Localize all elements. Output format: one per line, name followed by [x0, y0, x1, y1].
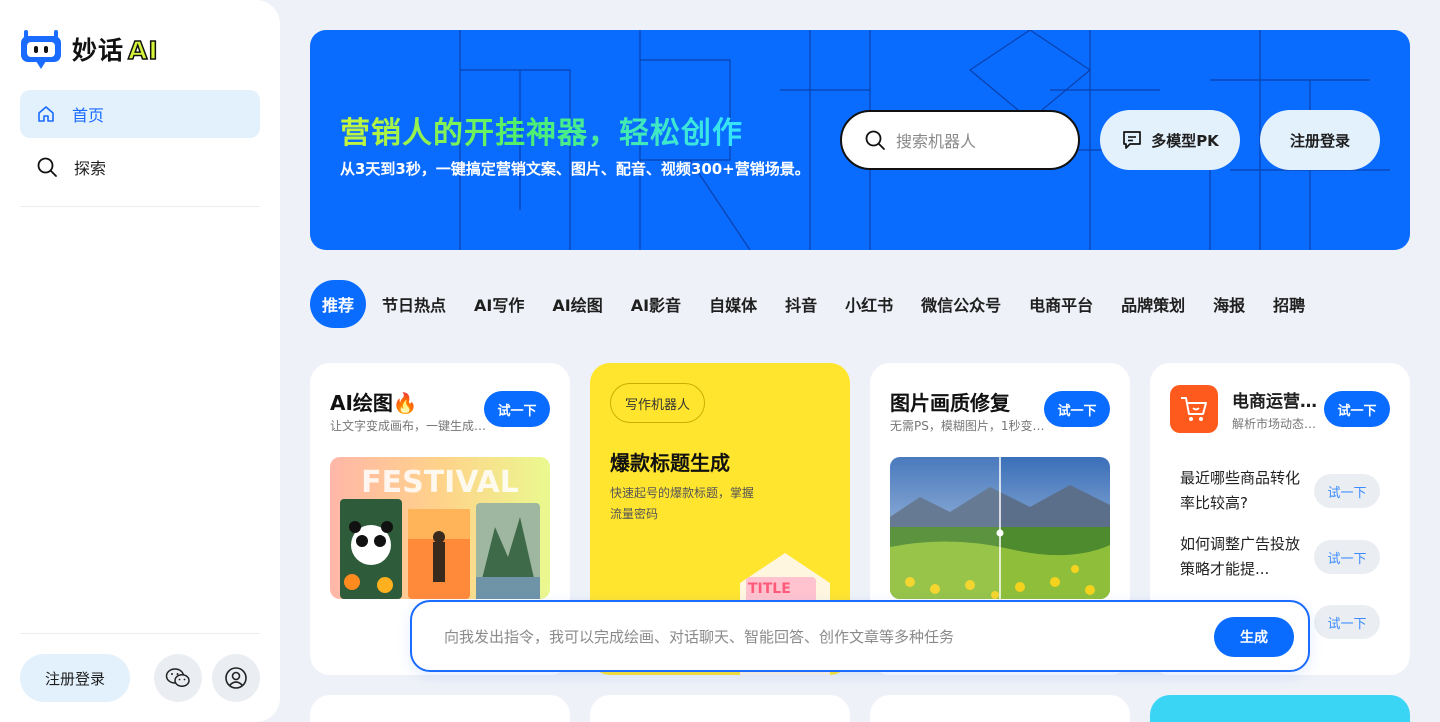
banner-title: 营销人的开挂神器，轻松创作: [340, 108, 743, 152]
wechat-button[interactable]: [154, 654, 202, 702]
tab-ecommerce[interactable]: 电商平台: [1017, 280, 1105, 328]
hero-banner: 营销人的开挂神器，轻松创作 从3天到3秒，一键搞定营销文案、图片、配音、视频30…: [310, 30, 1410, 250]
question-try-button[interactable]: 试一下: [1314, 474, 1380, 508]
user-icon: [225, 667, 247, 689]
user-button[interactable]: [212, 654, 260, 702]
search-icon: [37, 157, 57, 177]
tab-ai-writing[interactable]: AI写作: [462, 280, 536, 328]
sidebar-divider: [20, 633, 260, 634]
tab-ai-drawing[interactable]: AI绘图: [540, 280, 614, 328]
festival-text: FESTIVAL: [361, 465, 519, 500]
bot-card[interactable]: [870, 695, 1130, 722]
app-logo[interactable]: 妙话 AI: [20, 28, 159, 70]
bot-card[interactable]: [310, 695, 570, 722]
card-desc: 让文字变成画布，一键生成精美图片: [330, 419, 490, 433]
command-input-bar[interactable]: 向我发出指令，我可以完成绘画、对话聊天、智能回答、创作文章等多种任务 生成: [410, 600, 1310, 672]
question-try-button[interactable]: 试一下: [1314, 605, 1380, 639]
card-title: 电商运营专家: [1232, 392, 1322, 412]
search-icon: [865, 130, 885, 150]
sidebar-login-button[interactable]: 注册登录: [20, 654, 130, 702]
tab-self-media[interactable]: 自媒体: [697, 280, 769, 328]
card-desc: 解析市场动态，提供运营建议: [1232, 417, 1322, 431]
tab-xiaohongshu[interactable]: 小红书: [833, 280, 905, 328]
sidebar-item-label: 探索: [74, 159, 107, 178]
tab-brand-planning[interactable]: 品牌策划: [1109, 280, 1197, 328]
card-desc: 快速起号的爆款标题，掌握流量密码: [610, 486, 755, 521]
logo-text: 妙话 AI: [72, 35, 159, 66]
shop-cart-icon: [1170, 385, 1218, 433]
banner-login-button[interactable]: 注册登录: [1260, 110, 1380, 170]
suggested-question: 最近哪些商品转化率比较高?: [1180, 469, 1301, 512]
home-icon: [38, 106, 54, 122]
sidebar-item-label: 首页: [72, 106, 105, 125]
card-title: AI绘图🔥: [330, 391, 418, 415]
category-tabs: 推荐 节日热点 AI写作 AI绘图 AI影音 自媒体 抖音 小红书 微信公众号 …: [310, 280, 1321, 328]
robot-logo-icon: [21, 30, 61, 69]
writing-bot-tag: 写作机器人: [610, 383, 706, 423]
wechat-icon: [165, 668, 190, 688]
title-text: TITLE: [748, 581, 791, 597]
tab-wechat-official[interactable]: 微信公众号: [909, 280, 1013, 328]
command-input-placeholder: 向我发出指令，我可以完成绘画、对话聊天、智能回答、创作文章等多种任务: [444, 628, 955, 646]
sidebar-item-home[interactable]: 首页: [20, 90, 260, 138]
tab-holiday[interactable]: 节日热点: [370, 280, 458, 328]
banner-subtitle: 从3天到3秒，一键搞定营销文案、图片、配音、视频300+营销场景。: [340, 160, 810, 178]
generate-button[interactable]: 生成: [1214, 617, 1294, 657]
tab-recommend[interactable]: 推荐: [310, 280, 367, 328]
card-preview-image: [890, 457, 1110, 599]
try-button[interactable]: 试一下: [1044, 391, 1110, 427]
robot-search-input[interactable]: 搜索机器人: [840, 110, 1080, 170]
suggested-question: 如何调整广告投放策略才能提...: [1180, 535, 1301, 578]
card-title: 爆款标题生成: [610, 451, 730, 475]
try-button[interactable]: 试一下: [484, 391, 550, 427]
bot-card[interactable]: [1150, 695, 1410, 722]
card-preview-image: FESTIVAL: [330, 457, 550, 599]
question-try-button[interactable]: 试一下: [1314, 540, 1380, 574]
bot-card[interactable]: [590, 695, 850, 722]
tab-douyin[interactable]: 抖音: [773, 280, 829, 328]
search-placeholder: 搜索机器人: [896, 132, 977, 151]
tab-ai-video[interactable]: AI影音: [619, 280, 693, 328]
sidebar-item-explore[interactable]: 探索: [20, 143, 260, 191]
sidebar: 妙话 AI 首页 探索 注册登录: [0, 0, 280, 722]
try-button[interactable]: 试一下: [1324, 391, 1390, 427]
tab-poster[interactable]: 海报: [1201, 280, 1257, 328]
chat-compare-icon: [1123, 131, 1142, 149]
card-desc: 无需PS，模糊图片，1秒变清晰: [890, 419, 1050, 433]
tab-recruit[interactable]: 招聘: [1261, 280, 1317, 328]
card-title: 图片画质修复: [890, 391, 1010, 415]
sidebar-divider: [20, 206, 260, 207]
pk-label: 多模型PK: [1151, 131, 1219, 150]
multi-model-pk-button[interactable]: 多模型PK: [1100, 110, 1240, 170]
